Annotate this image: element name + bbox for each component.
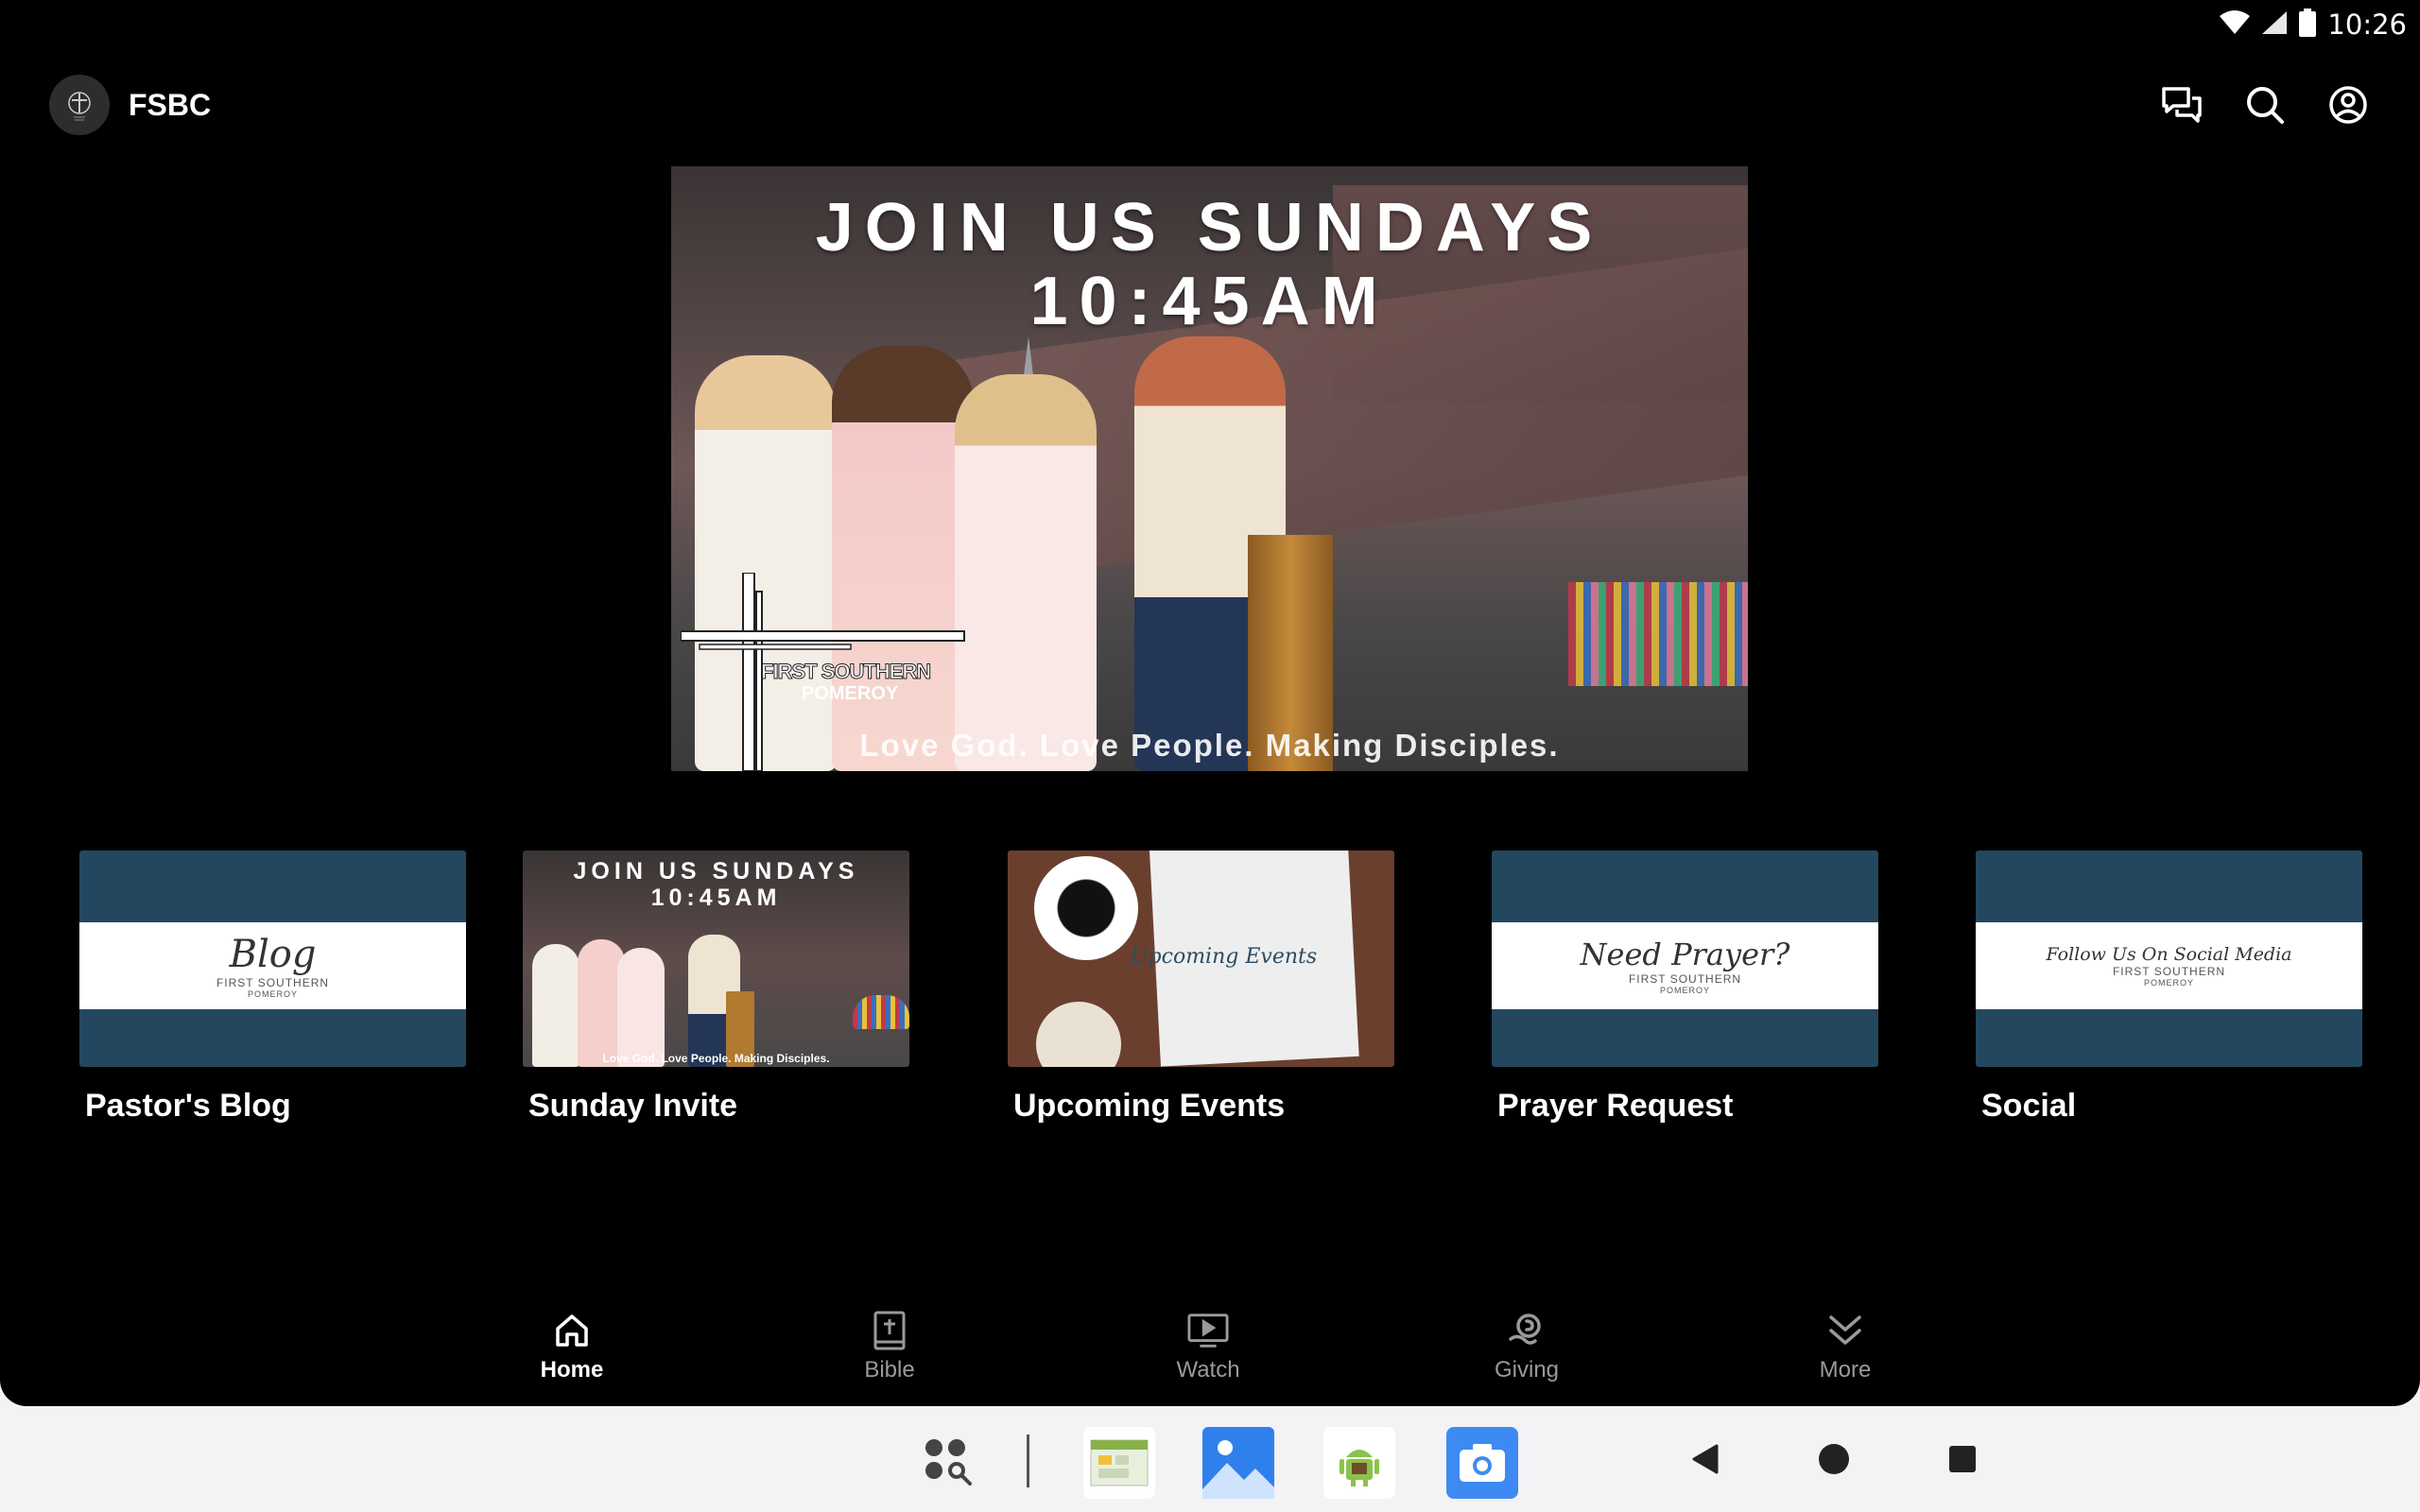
church-logo-icon[interactable] xyxy=(49,75,110,135)
app-title: FSBC xyxy=(129,87,212,122)
card-social[interactable]: Follow Us On Social Media FIRST SOUTHERN… xyxy=(1976,850,2362,1125)
app-window: 10:26 FSBC JOIN US SUNDAYS 10:45AM FIRST… xyxy=(0,0,2420,1406)
wifi-icon xyxy=(2220,9,2251,40)
recents-button[interactable] xyxy=(1940,1436,1985,1482)
card-thumbnail: JOIN US SUNDAYS 10:45AM Love God. Love P… xyxy=(523,850,909,1067)
calendar-app-icon[interactable] xyxy=(1083,1427,1155,1499)
card-thumbnail: Blog FIRST SOUTHERN POMEROY xyxy=(79,850,466,1067)
messages-icon[interactable] xyxy=(2159,82,2204,128)
app-drawer-search-icon[interactable] xyxy=(913,1427,985,1499)
top-app-bar: FSBC xyxy=(49,74,2371,136)
bottom-navigation: Home Bible Watch Giving More xyxy=(0,1310,2420,1395)
card-sunday-invite[interactable]: JOIN US SUNDAYS 10:45AM Love God. Love P… xyxy=(523,850,909,1125)
card-label: Upcoming Events xyxy=(1013,1088,1286,1124)
hero-banner[interactable]: JOIN US SUNDAYS 10:45AM FIRST SOUTHERN P… xyxy=(671,166,1748,771)
camera-app-icon[interactable] xyxy=(1446,1427,1518,1499)
card-upcoming-events[interactable]: Upcoming Events Upcoming Events xyxy=(1008,850,1394,1125)
card-thumbnail: Need Prayer? FIRST SOUTHERN POMEROY xyxy=(1492,850,1878,1067)
nav-more[interactable]: More xyxy=(1770,1310,1921,1383)
battery-icon xyxy=(2299,8,2317,42)
bible-icon xyxy=(869,1310,910,1351)
hero-logo-line1: FIRST SOUTHERN xyxy=(760,660,931,684)
watch-icon xyxy=(1187,1310,1229,1351)
back-button[interactable] xyxy=(1683,1436,1728,1482)
nav-home[interactable]: Home xyxy=(496,1310,648,1383)
card-prayer-request[interactable]: Need Prayer? FIRST SOUTHERN POMEROY Pray… xyxy=(1492,850,1878,1125)
card-pastors-blog[interactable]: Blog FIRST SOUTHERN POMEROY Pastor's Blo… xyxy=(79,850,466,1125)
hero-headline: JOIN US SUNDAYS 10:45AM xyxy=(815,190,1604,339)
search-icon[interactable] xyxy=(2242,82,2288,128)
status-bar: 10:26 xyxy=(2220,0,2420,49)
nav-bible[interactable]: Bible xyxy=(814,1310,965,1383)
nav-giving[interactable]: Giving xyxy=(1451,1310,1602,1383)
taskbar-divider xyxy=(1027,1435,1029,1487)
cell-signal-icon xyxy=(2261,10,2288,40)
card-thumbnail: Follow Us On Social Media FIRST SOUTHERN… xyxy=(1976,850,2362,1067)
status-time: 10:26 xyxy=(2327,9,2407,41)
home-button[interactable] xyxy=(1811,1436,1857,1482)
more-icon xyxy=(1824,1310,1866,1351)
nav-watch[interactable]: Watch xyxy=(1132,1310,1284,1383)
hero-logo-line2: POMEROY xyxy=(802,683,899,704)
account-icon[interactable] xyxy=(2325,82,2371,128)
home-icon xyxy=(551,1310,593,1351)
system-taskbar xyxy=(0,1406,2420,1512)
gallery-app-icon[interactable] xyxy=(1202,1427,1274,1499)
card-label: Prayer Request xyxy=(1497,1088,1734,1124)
card-label: Sunday Invite xyxy=(528,1088,738,1124)
card-label: Social xyxy=(1981,1088,2077,1124)
giving-icon xyxy=(1506,1310,1547,1351)
card-thumbnail: Upcoming Events xyxy=(1008,850,1394,1067)
hero-tagline: Love God. Love People. Making Disciples. xyxy=(859,728,1560,763)
android-app-icon[interactable] xyxy=(1323,1427,1395,1499)
card-label: Pastor's Blog xyxy=(85,1088,291,1124)
